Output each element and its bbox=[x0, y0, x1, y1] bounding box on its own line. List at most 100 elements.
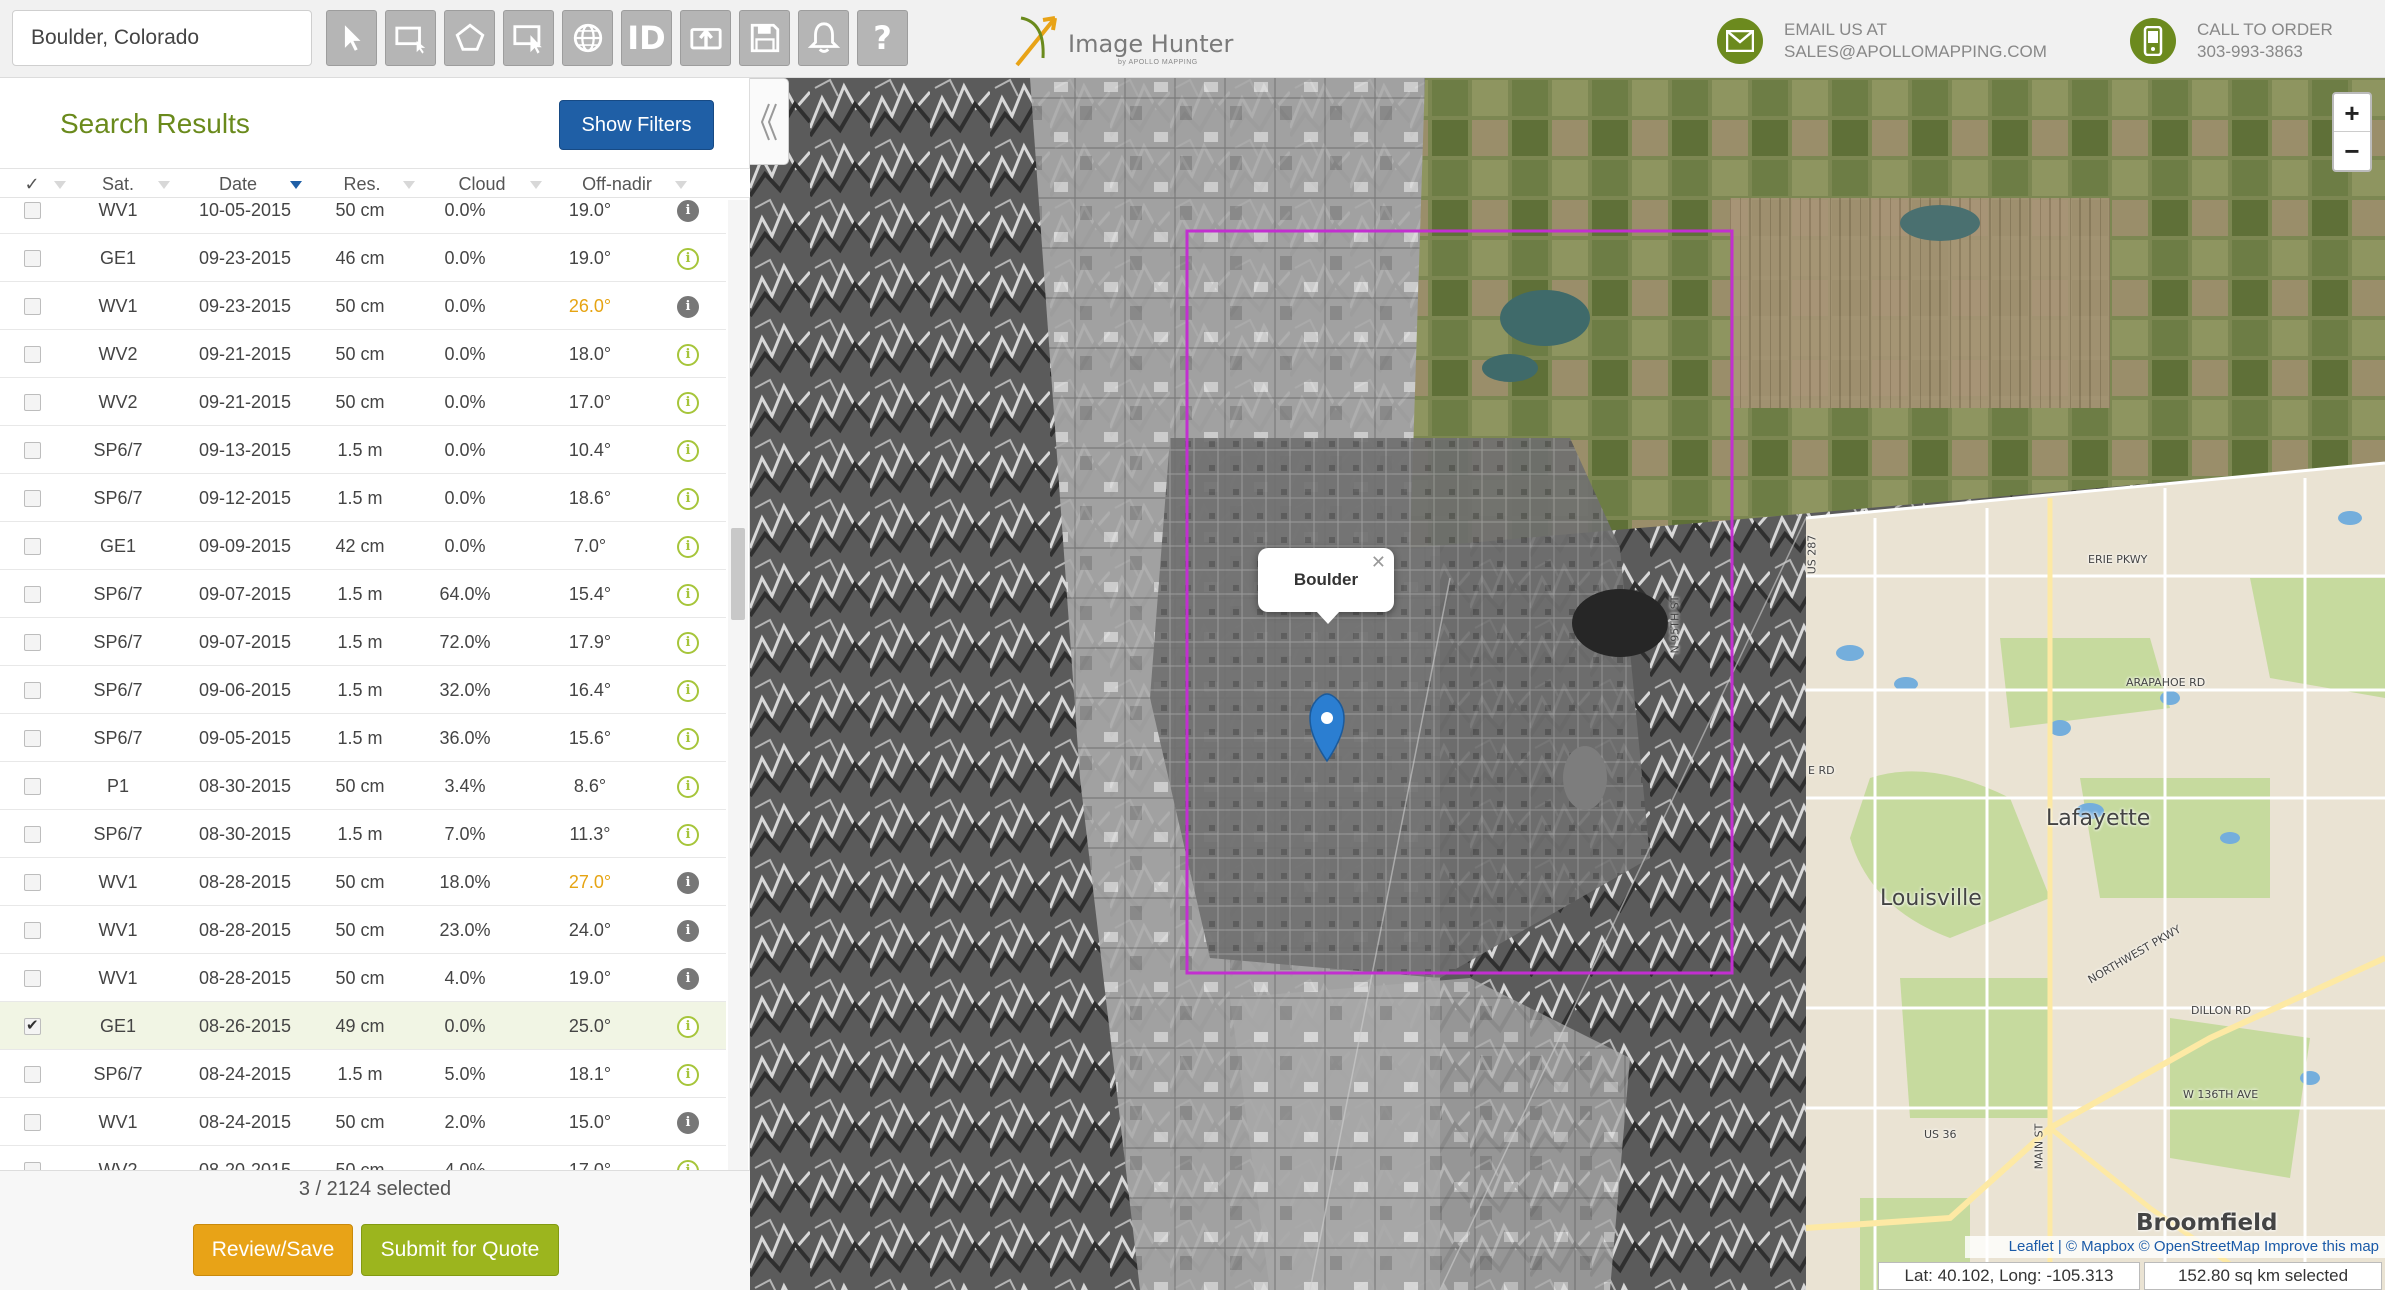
sort-date-icon[interactable] bbox=[290, 181, 302, 189]
row-checkbox[interactable] bbox=[24, 922, 41, 939]
info-icon[interactable]: i bbox=[677, 584, 699, 606]
result-row[interactable]: WV1 09-23-2015 50 cm 0.0% 26.0° i bbox=[0, 282, 726, 330]
result-row[interactable]: WV1 10-05-2015 50 cm 0.0% 19.0° i bbox=[0, 200, 726, 234]
result-row[interactable]: GE1 09-09-2015 42 cm 0.0% 7.0° i bbox=[0, 522, 726, 570]
world-search-button[interactable] bbox=[562, 10, 613, 66]
review-save-button[interactable]: Review/Save bbox=[193, 1224, 353, 1276]
show-filters-button[interactable]: Show Filters bbox=[559, 100, 714, 150]
row-checkbox[interactable] bbox=[24, 1016, 41, 1035]
info-icon[interactable]: i bbox=[677, 536, 699, 558]
result-row[interactable]: SP6/7 09-07-2015 1.5 m 72.0% 17.9° i bbox=[0, 618, 726, 666]
result-row[interactable]: SP6/7 08-24-2015 1.5 m 5.0% 18.1° i bbox=[0, 1050, 726, 1098]
col-date[interactable]: Date bbox=[208, 174, 268, 195]
result-row[interactable]: WV1 08-28-2015 50 cm 4.0% 19.0° i bbox=[0, 954, 726, 1002]
alerts-button[interactable] bbox=[798, 10, 849, 66]
sort-select-icon[interactable] bbox=[54, 181, 66, 189]
info-icon[interactable]: i bbox=[677, 920, 699, 942]
results-list[interactable]: WV1 10-05-2015 50 cm 0.0% 19.0° i GE1 09-23-201… bbox=[0, 200, 726, 1172]
map-popup[interactable]: Boulder ✕ bbox=[1258, 548, 1394, 612]
result-row[interactable]: GE1 08-26-2015 49 cm 0.0% 25.0° i bbox=[0, 1002, 726, 1050]
col-select[interactable]: ✓ bbox=[22, 174, 42, 195]
col-sat[interactable]: Sat. bbox=[88, 174, 148, 195]
row-checkbox[interactable] bbox=[24, 730, 41, 747]
result-row[interactable]: SP6/7 08-30-2015 1.5 m 7.0% 11.3° i bbox=[0, 810, 726, 858]
row-checkbox[interactable] bbox=[24, 202, 41, 219]
info-icon[interactable]: i bbox=[677, 392, 699, 414]
info-icon[interactable]: i bbox=[677, 248, 699, 270]
draw-rectangle-button[interactable] bbox=[385, 10, 436, 66]
info-icon[interactable]: i bbox=[677, 872, 699, 894]
result-row[interactable]: WV1 08-28-2015 50 cm 18.0% 27.0° i bbox=[0, 858, 726, 906]
result-row[interactable]: GE1 09-23-2015 46 cm 0.0% 19.0° i bbox=[0, 234, 726, 282]
row-checkbox[interactable] bbox=[24, 394, 41, 411]
map-view[interactable]: Lafayette Louisville Broomfield ERIE PKW… bbox=[750, 78, 2385, 1290]
info-icon[interactable]: i bbox=[677, 776, 699, 798]
select-tool-button[interactable] bbox=[326, 10, 377, 66]
row-checkbox[interactable] bbox=[24, 826, 41, 843]
popup-close-icon[interactable]: ✕ bbox=[1371, 552, 1386, 573]
info-icon[interactable]: i bbox=[677, 296, 699, 318]
info-icon[interactable]: i bbox=[677, 1016, 699, 1038]
row-checkbox[interactable] bbox=[24, 1066, 41, 1083]
email-contact[interactable]: EMAIL US AT SALES@APOLLOMAPPING.COM bbox=[1784, 19, 2047, 63]
row-checkbox[interactable] bbox=[24, 442, 41, 459]
col-cloud[interactable]: Cloud bbox=[447, 174, 517, 195]
info-icon[interactable]: i bbox=[677, 200, 699, 222]
collapse-panel-button[interactable] bbox=[750, 78, 789, 165]
row-checkbox[interactable] bbox=[24, 682, 41, 699]
col-offnadir[interactable]: Off-nadir bbox=[572, 174, 662, 195]
info-icon[interactable]: i bbox=[677, 824, 699, 846]
row-checkbox[interactable] bbox=[24, 346, 41, 363]
result-row[interactable]: SP6/7 09-12-2015 1.5 m 0.0% 18.6° i bbox=[0, 474, 726, 522]
result-row[interactable]: SP6/7 09-05-2015 1.5 m 36.0% 15.6° i bbox=[0, 714, 726, 762]
info-icon[interactable]: i bbox=[677, 632, 699, 654]
map-attribution[interactable]: Leaflet | © Mapbox © OpenStreetMap Impro… bbox=[1965, 1236, 2385, 1258]
row-checkbox[interactable] bbox=[24, 586, 41, 603]
result-row[interactable]: SP6/7 09-07-2015 1.5 m 64.0% 15.4° i bbox=[0, 570, 726, 618]
location-search-input[interactable] bbox=[12, 10, 312, 66]
info-icon[interactable]: i bbox=[677, 1112, 699, 1134]
row-checkbox[interactable] bbox=[24, 250, 41, 267]
row-checkbox[interactable] bbox=[24, 298, 41, 315]
results-scroll-thumb[interactable] bbox=[731, 528, 745, 620]
zoom-in-button[interactable]: + bbox=[2334, 94, 2370, 132]
result-row[interactable]: WV2 08-20-2015 50 cm 4.0% 17.0° i bbox=[0, 1146, 726, 1172]
phone-icon[interactable] bbox=[2130, 18, 2176, 64]
row-checkbox[interactable] bbox=[24, 778, 41, 795]
row-checkbox[interactable] bbox=[24, 634, 41, 651]
email-icon[interactable] bbox=[1717, 18, 1763, 64]
result-row[interactable]: WV1 08-28-2015 50 cm 23.0% 24.0° i bbox=[0, 906, 726, 954]
result-row[interactable]: SP6/7 09-13-2015 1.5 m 0.0% 10.4° i bbox=[0, 426, 726, 474]
zoom-out-button[interactable]: − bbox=[2334, 132, 2370, 170]
id-search-button[interactable]: ID bbox=[621, 10, 672, 66]
info-icon[interactable]: i bbox=[677, 440, 699, 462]
result-row[interactable]: WV1 08-24-2015 50 cm 2.0% 15.0° i bbox=[0, 1098, 726, 1146]
sort-sat-icon[interactable] bbox=[158, 181, 170, 189]
draw-polygon-button[interactable] bbox=[444, 10, 495, 66]
info-icon[interactable]: i bbox=[677, 344, 699, 366]
save-button[interactable] bbox=[739, 10, 790, 66]
info-icon[interactable]: i bbox=[677, 1064, 699, 1086]
row-checkbox[interactable] bbox=[24, 970, 41, 987]
info-icon[interactable]: i bbox=[677, 728, 699, 750]
result-row[interactable]: P1 08-30-2015 50 cm 3.4% 8.6° i bbox=[0, 762, 726, 810]
row-checkbox[interactable] bbox=[24, 538, 41, 555]
upload-aoi-button[interactable] bbox=[680, 10, 731, 66]
submit-quote-button[interactable]: Submit for Quote bbox=[361, 1224, 559, 1276]
info-icon[interactable]: i bbox=[677, 488, 699, 510]
result-row[interactable]: SP6/7 09-06-2015 1.5 m 32.0% 16.4° i bbox=[0, 666, 726, 714]
info-icon[interactable]: i bbox=[677, 680, 699, 702]
help-button[interactable]: ? bbox=[857, 10, 908, 66]
row-checkbox[interactable] bbox=[24, 490, 41, 507]
sort-offnadir-icon[interactable] bbox=[675, 181, 687, 189]
sort-cloud-icon[interactable] bbox=[530, 181, 542, 189]
row-checkbox[interactable] bbox=[24, 874, 41, 891]
result-row[interactable]: WV2 09-21-2015 50 cm 0.0% 17.0° i bbox=[0, 378, 726, 426]
row-checkbox[interactable] bbox=[24, 1114, 41, 1131]
phone-contact[interactable]: CALL TO ORDER 303-993-3863 bbox=[2197, 19, 2333, 63]
sort-res-icon[interactable] bbox=[403, 181, 415, 189]
result-row[interactable]: WV2 09-21-2015 50 cm 0.0% 18.0° i bbox=[0, 330, 726, 378]
info-icon[interactable]: i bbox=[677, 968, 699, 990]
col-res[interactable]: Res. bbox=[332, 174, 392, 195]
results-scrollbar[interactable] bbox=[728, 200, 748, 1172]
